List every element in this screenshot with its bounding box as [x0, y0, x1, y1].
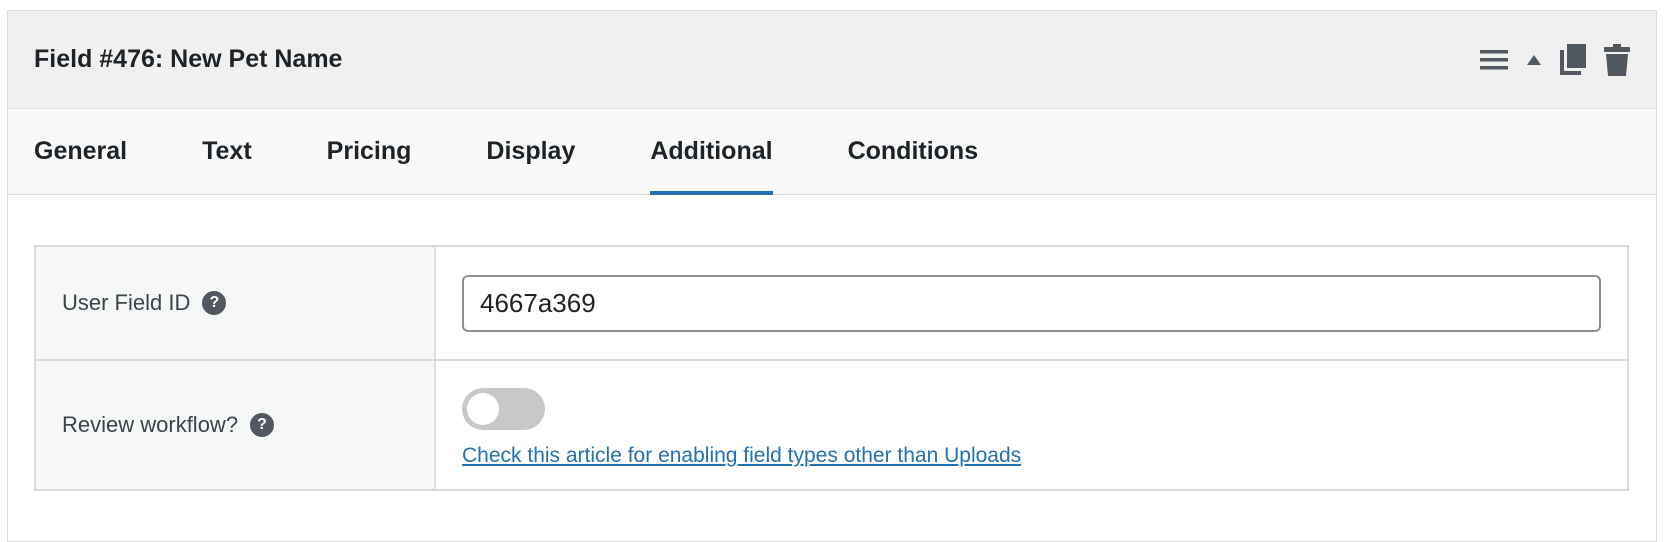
- duplicate-icon[interactable]: [1560, 43, 1586, 76]
- question-icon[interactable]: ?: [250, 413, 275, 437]
- settings-table: User Field ID ? Review workflow? ? Check…: [34, 245, 1629, 491]
- review-workflow-label: Review workflow?: [62, 412, 239, 437]
- tab-bar: General Text Pricing Display Additional …: [8, 109, 1656, 195]
- review-workflow-label-cell: Review workflow? ?: [36, 361, 436, 489]
- tab-general[interactable]: General: [34, 109, 127, 194]
- tab-conditions[interactable]: Conditions: [848, 109, 979, 194]
- review-workflow-toggle[interactable]: [462, 388, 545, 430]
- field-panel: Field #476: New Pet Name General Text Pr…: [7, 10, 1657, 542]
- user-field-id-input[interactable]: [462, 274, 1601, 332]
- tab-display[interactable]: Display: [486, 109, 575, 194]
- review-workflow-value-cell: Check this article for enabling field ty…: [436, 361, 1627, 489]
- user-field-id-value-cell: [436, 247, 1627, 359]
- panel-title: Field #476: New Pet Name: [34, 45, 343, 73]
- tab-content: User Field ID ? Review workflow? ? Check…: [8, 195, 1656, 491]
- trash-icon[interactable]: [1604, 43, 1630, 76]
- user-field-id-label: User Field ID: [62, 290, 191, 315]
- tab-text[interactable]: Text: [202, 109, 252, 194]
- collapse-arrow-icon[interactable]: [1526, 54, 1542, 66]
- review-workflow-row: Review workflow? ? Check this article fo…: [36, 361, 1627, 489]
- tab-additional[interactable]: Additional: [650, 109, 773, 195]
- tab-pricing[interactable]: Pricing: [327, 109, 412, 194]
- user-field-id-label-cell: User Field ID ?: [36, 247, 436, 359]
- user-field-id-row: User Field ID ?: [36, 247, 1627, 361]
- question-icon[interactable]: ?: [202, 291, 227, 315]
- panel-header: Field #476: New Pet Name: [8, 11, 1656, 109]
- enabling-field-types-link[interactable]: Check this article for enabling field ty…: [462, 444, 1601, 468]
- toggle-knob: [467, 393, 499, 425]
- menu-icon[interactable]: [1480, 49, 1508, 71]
- header-actions: [1480, 43, 1630, 76]
